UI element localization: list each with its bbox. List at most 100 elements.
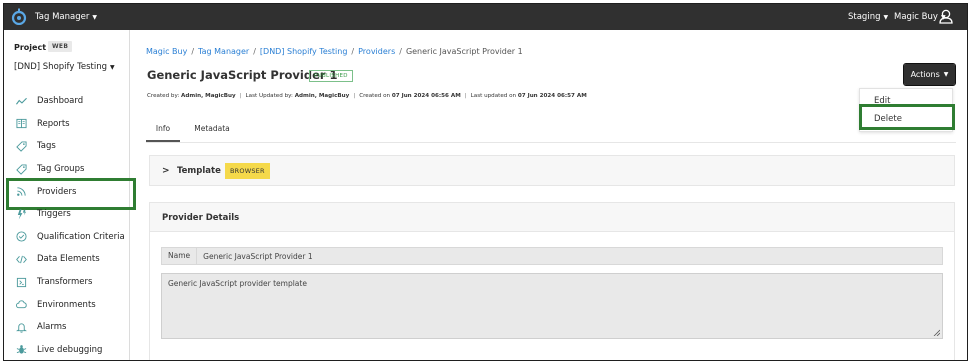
code-icon	[14, 252, 28, 266]
breadcrumb: Magic Buy / Tag Manager / [DND] Shopify Test…	[146, 47, 523, 56]
main-content: Magic Buy / Tag Manager / [DND] Shopify Test…	[131, 30, 967, 360]
sidebar-item-tags[interactable]: Tags	[4, 135, 130, 158]
name-field-label: Name	[162, 248, 198, 264]
tab-divider	[146, 142, 956, 143]
edit-menu-item[interactable]: Edit	[860, 92, 952, 110]
app-window: Tag Manager ▼ Staging ▼ Magic Buy ▼ Project…	[3, 3, 968, 361]
meta-separator: |	[239, 93, 242, 99]
resize-grip-icon[interactable]	[933, 329, 940, 336]
bell-icon	[14, 320, 28, 334]
breadcrumb-separator: /	[253, 47, 256, 56]
created-on-value: 07 Jun 2024 06:56 AM	[391, 93, 461, 99]
project-selector[interactable]: [DND] Shopify Testing ▼	[14, 62, 115, 72]
meta-separator: |	[464, 93, 467, 99]
breadcrumb-separator: /	[351, 47, 355, 56]
sidebar-nav: Dashboard Reports Tags Tag Groups Provid…	[4, 90, 136, 360]
actions-button[interactable]: Actions ▼	[903, 63, 956, 86]
lightning-icon	[14, 207, 28, 221]
name-field-value: Generic JavaScript Provider 1	[203, 251, 313, 261]
meta-separator: |	[353, 93, 356, 99]
actions-dropdown: Edit Delete	[859, 88, 953, 132]
top-bar: Tag Manager ▼ Staging ▼ Magic Buy ▼	[4, 4, 967, 30]
sidebar-item-reports[interactable]: Reports	[4, 113, 130, 136]
audit-info: Created by: Admin, MagicBuy | Last Updated…	[147, 93, 587, 99]
sidebar-item-providers[interactable]: Providers	[4, 178, 136, 210]
description-field: Generic JavaScript provider template	[161, 273, 943, 339]
breadcrumb-separator: /	[399, 47, 402, 56]
tab-metadata[interactable]: Metadata	[190, 118, 234, 142]
name-field: Name Generic JavaScript Provider 1	[161, 247, 943, 265]
chevron-right-icon[interactable]: >	[162, 166, 170, 176]
breadcrumb-current: Generic JavaScript Provider 1	[405, 47, 523, 56]
project-type-badge: WEB	[48, 41, 73, 52]
providers-icon	[14, 185, 28, 199]
sidebar-item-label: Reports	[37, 118, 70, 129]
sidebar-item-data-elements[interactable]: Data Elements	[4, 248, 130, 271]
provider-details-title: Provider Details	[162, 213, 240, 223]
dashboard-icon	[14, 94, 28, 108]
account-label: Magic Buy	[894, 12, 938, 22]
account-menu[interactable]: Magic Buy ▼	[894, 12, 946, 22]
tag-icon	[14, 139, 28, 153]
sidebar-item-label: Qualification Criteria	[37, 231, 125, 242]
sidebar-item-label: Data Elements	[37, 254, 100, 265]
updated-on-label: Last updated on	[470, 93, 517, 99]
sidebar-item-alarms[interactable]: Alarms	[4, 316, 130, 339]
app-switcher[interactable]: Tag Manager ▼	[35, 12, 97, 22]
caret-down-icon: ▼	[109, 64, 115, 71]
sidebar-item-dashboard[interactable]: Dashboard	[4, 90, 130, 113]
delete-menu-item[interactable]: Delete	[860, 110, 952, 128]
caret-down-icon: ▼	[943, 71, 949, 78]
sidebar-item-label: Dashboard	[37, 96, 84, 107]
breadcrumb-link[interactable]: Tag Manager	[198, 47, 249, 56]
app-logo-icon[interactable]	[11, 8, 27, 25]
sidebar-item-label: Triggers	[37, 209, 71, 220]
environment-label: Staging	[848, 12, 881, 22]
created-by-label: Created by	[147, 93, 178, 99]
tab-info[interactable]: Info	[146, 118, 180, 142]
environment-menu[interactable]: Staging ▼	[848, 12, 888, 22]
transformer-icon	[14, 275, 28, 289]
bug-icon	[14, 343, 28, 357]
sidebar-item-environments[interactable]: Environments	[4, 293, 130, 316]
app-name-label: Tag Manager	[35, 12, 90, 22]
sidebar: Project WEB [DND] Shopify Testing ▼ Dashb…	[4, 30, 136, 360]
template-panel-title: Template	[177, 166, 221, 176]
template-panel[interactable]: > Template BROWSER	[149, 155, 955, 186]
provider-details-header: Provider Details	[150, 203, 954, 232]
caret-down-icon: ▼	[883, 14, 889, 21]
template-type-badge: BROWSER	[225, 163, 270, 179]
sidebar-item-label: Tag Groups	[37, 164, 85, 175]
sidebar-item-transformers[interactable]: Transformers	[4, 271, 130, 294]
sidebar-item-label: Environments	[37, 299, 96, 310]
provider-details-panel: Provider Details Name Generic JavaScript…	[149, 202, 955, 360]
breadcrumb-separator: /	[191, 47, 195, 56]
project-name: [DND] Shopify Testing	[14, 62, 107, 72]
actions-label: Actions	[910, 70, 940, 79]
sidebar-item-tag-groups[interactable]: Tag Groups	[4, 158, 130, 181]
reports-icon	[14, 117, 28, 131]
description-text: Generic JavaScript provider template	[168, 279, 307, 288]
created-on-label: Created on	[359, 93, 391, 99]
breadcrumb-link[interactable]: [DND] Shopify Testing	[260, 47, 348, 56]
sidebar-item-label: Live debugging	[37, 344, 103, 355]
sidebar-item-label: Alarms	[37, 322, 67, 333]
caret-down-icon: ▼	[92, 14, 97, 21]
created-by-value: Admin, MagicBuy	[181, 93, 236, 99]
breadcrumb-link[interactable]: Providers	[358, 47, 395, 56]
updated-by-value: Admin, MagicBuy	[294, 93, 350, 99]
tag-groups-icon	[14, 162, 28, 176]
sidebar-item-label: Transformers	[37, 277, 93, 288]
sidebar-item-qualification-criteria[interactable]: Qualification Criteria	[4, 226, 130, 249]
user-icon[interactable]	[939, 9, 953, 24]
breadcrumb-link[interactable]: Magic Buy	[146, 47, 187, 56]
updated-on-value: 07 Jun 2024 06:57 AM	[517, 93, 587, 99]
status-badge: PUBLISHED	[309, 70, 353, 82]
cloud-icon	[14, 298, 28, 312]
sidebar-item-live-debugging[interactable]: Live debugging	[4, 339, 130, 360]
project-label: Project	[14, 43, 47, 52]
sidebar-item-label: Providers	[37, 186, 77, 197]
check-circle-icon	[14, 230, 28, 244]
sidebar-item-triggers[interactable]: Triggers	[4, 203, 130, 226]
sidebar-item-label: Tags	[37, 141, 56, 152]
